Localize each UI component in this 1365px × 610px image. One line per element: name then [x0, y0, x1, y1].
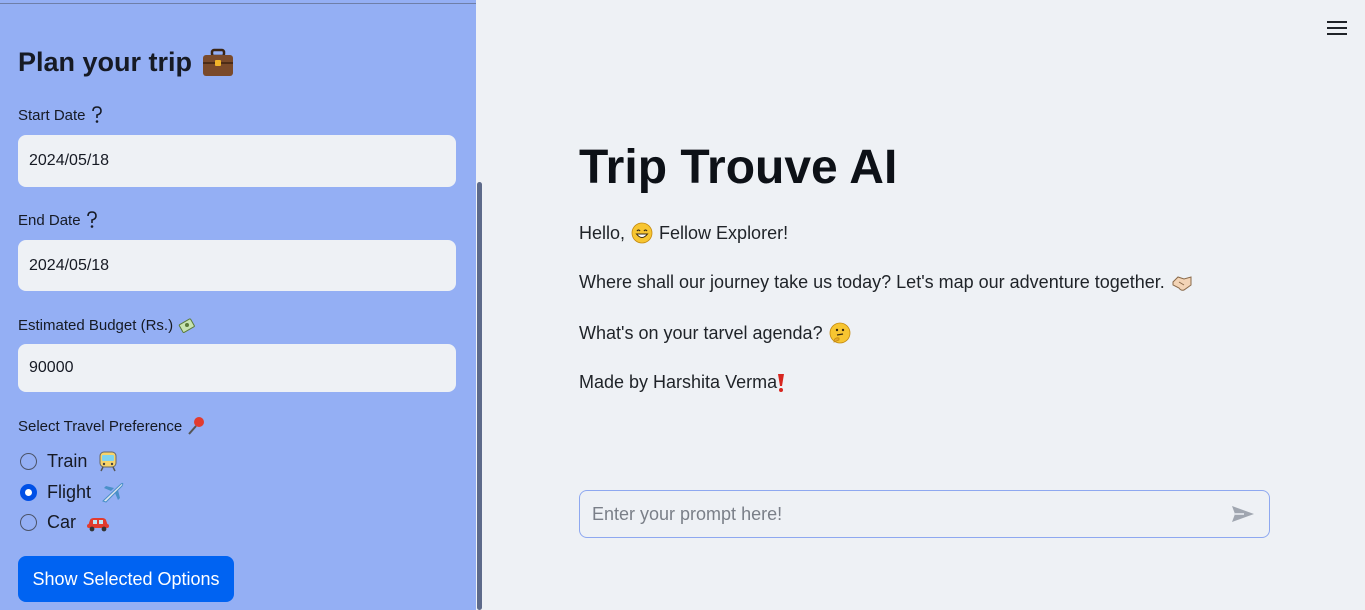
grinning-face-icon — [631, 222, 653, 244]
agenda-line: What's on your tarvel agenda? — [579, 322, 851, 344]
sidebar-title: Plan your trip — [18, 47, 234, 78]
pushpin-icon — [188, 417, 205, 435]
radio-option-car[interactable]: Car — [20, 512, 110, 533]
start-date-input[interactable]: 2024/05/18 — [18, 135, 456, 187]
start-date-label: Start Date — [18, 106, 103, 124]
exclamation-icon — [778, 373, 785, 392]
radio-option-flight[interactable]: Flight — [20, 481, 125, 503]
show-selected-options-button[interactable]: Show Selected Options — [18, 556, 234, 602]
radio-car[interactable] — [20, 514, 37, 531]
prompt-box — [579, 490, 1270, 538]
credit-line: Made by Harshita Verma — [579, 372, 785, 393]
thinking-face-icon — [829, 322, 850, 344]
briefcase-icon — [203, 48, 234, 76]
budget-label: Estimated Budget (Rs.) — [18, 316, 196, 334]
sidebar-scrollbar[interactable] — [477, 182, 482, 610]
radio-option-train[interactable]: Train — [20, 450, 119, 472]
sidebar-divider — [0, 3, 476, 4]
page-title: Trip Trouve AI — [579, 141, 898, 194]
help-icon[interactable] — [91, 106, 103, 124]
hamburger-menu-icon[interactable] — [1327, 21, 1347, 35]
radio-flight[interactable] — [20, 483, 37, 501]
radio-train[interactable] — [20, 452, 37, 470]
help-icon[interactable] — [86, 211, 98, 229]
airplane-icon — [102, 482, 124, 503]
car-icon — [87, 517, 110, 531]
prompt-input[interactable] — [590, 502, 1230, 526]
train-icon — [99, 451, 117, 472]
sidebar: Plan your trip Start Date 2024/05/18 End… — [0, 0, 476, 610]
end-date-label: End Date — [18, 211, 98, 229]
sidebar-title-text: Plan your trip — [18, 47, 193, 77]
greeting-line: Hello, Fellow Explorer! — [579, 222, 789, 244]
money-icon — [178, 318, 195, 333]
journey-line: Where shall our journey take us today? L… — [579, 272, 1193, 293]
budget-input[interactable]: 90000 — [18, 344, 456, 392]
preference-label: Select Travel Preference — [18, 416, 207, 436]
end-date-input[interactable]: 2024/05/18 — [18, 240, 456, 291]
send-icon[interactable] — [1230, 504, 1256, 524]
handshake-icon — [1172, 275, 1192, 291]
